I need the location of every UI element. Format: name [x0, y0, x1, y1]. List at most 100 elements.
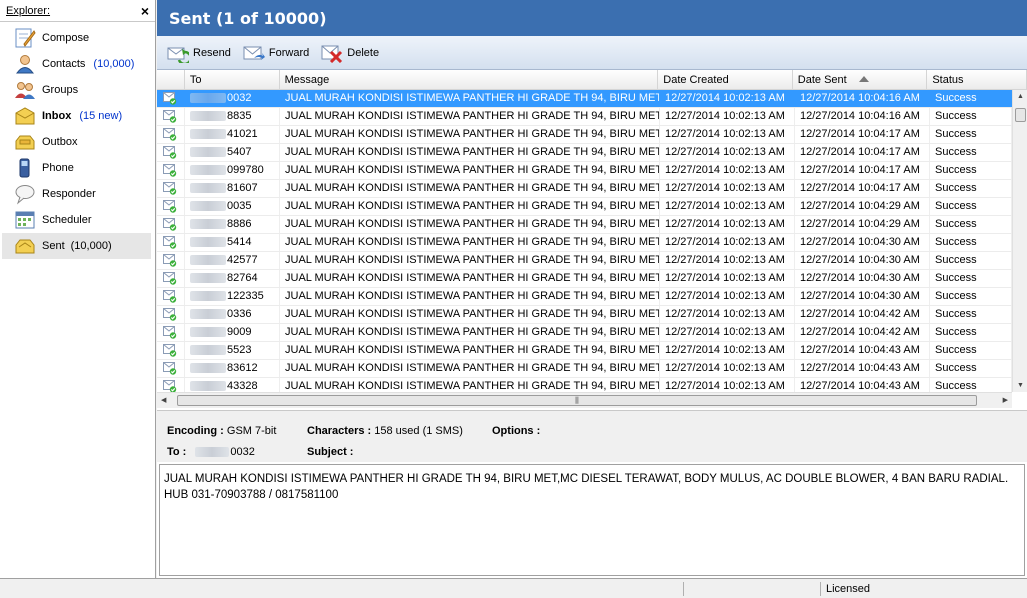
sidebar-item-compose[interactable]: Compose [2, 25, 151, 51]
cell-date-created: 12/27/2014 10:02:13 AM [660, 270, 795, 287]
table-row[interactable]: 0035 JUAL MURAH KONDISI ISTIMEWA PANTHER … [157, 198, 1012, 216]
cell-status: Success [930, 288, 1012, 305]
cell-date-created: 12/27/2014 10:02:13 AM [660, 180, 795, 197]
scroll-left-icon[interactable]: ◀ [161, 396, 166, 404]
table-row[interactable]: 81607 JUAL MURAH KONDISI ISTIMEWA PANTHER… [157, 180, 1012, 198]
cell-date-sent: 12/27/2014 10:04:43 AM [795, 360, 930, 377]
message-details: Encoding : GSM 7-bit Characters : 158 us… [157, 410, 1027, 462]
recipient-number: 81607 [227, 182, 258, 194]
table-row[interactable]: 8886 JUAL MURAH KONDISI ISTIMEWA PANTHER … [157, 216, 1012, 234]
table-row[interactable]: 82764 JUAL MURAH KONDISI ISTIMEWA PANTHER… [157, 270, 1012, 288]
cell-message: JUAL MURAH KONDISI ISTIMEWA PANTHER HI G… [280, 252, 660, 269]
cell-date-sent: 12/27/2014 10:04:17 AM [795, 162, 930, 179]
group-people-icon [14, 79, 36, 101]
grid-body: 0032 JUAL MURAH KONDISI ISTIMEWA PANTHER … [157, 90, 1012, 392]
horizontal-scrollbar[interactable]: ◀ ⫼ ▶ [157, 392, 1012, 408]
table-row[interactable]: 83612 JUAL MURAH KONDISI ISTIMEWA PANTHER… [157, 360, 1012, 378]
status-separator [820, 582, 821, 596]
subject-field: Subject : [307, 446, 353, 458]
resend-button[interactable]: Resend [167, 43, 231, 65]
recipient-number: 0035 [227, 200, 252, 212]
redacted-number [190, 309, 226, 320]
cell-to: 41021 [185, 126, 280, 143]
sidebar-item-scheduler[interactable]: Scheduler [2, 207, 151, 233]
table-row[interactable]: 122335 JUAL MURAH KONDISI ISTIMEWA PANTHE… [157, 288, 1012, 306]
table-row[interactable]: 5523 JUAL MURAH KONDISI ISTIMEWA PANTHER … [157, 342, 1012, 360]
characters-field: Characters : 158 used (1 SMS) [307, 425, 463, 437]
table-row[interactable]: 41021 JUAL MURAH KONDISI ISTIMEWA PANTHER… [157, 126, 1012, 144]
cell-date-created: 12/27/2014 10:02:13 AM [660, 144, 795, 161]
cell-status: Success [930, 252, 1012, 269]
cell-status: Success [930, 180, 1012, 197]
sidebar-item-phone[interactable]: Phone [2, 155, 151, 181]
sidebar-item-contacts[interactable]: Contacts (10,000) [2, 51, 151, 77]
cell-status: Success [930, 144, 1012, 161]
cell-status: Success [930, 162, 1012, 179]
compose-icon [14, 27, 36, 49]
cell-message: JUAL MURAH KONDISI ISTIMEWA PANTHER HI G… [280, 180, 660, 197]
redacted-number [190, 345, 226, 356]
column-header-date-created[interactable]: Date Created [658, 70, 793, 90]
table-row[interactable]: 43328 JUAL MURAH KONDISI ISTIMEWA PANTHER… [157, 378, 1012, 392]
delete-button[interactable]: Delete [321, 43, 379, 63]
redacted-number [190, 291, 226, 302]
table-row[interactable]: 5414 JUAL MURAH KONDISI ISTIMEWA PANTHER … [157, 234, 1012, 252]
cell-message: JUAL MURAH KONDISI ISTIMEWA PANTHER HI G… [280, 306, 660, 323]
forward-button[interactable]: Forward [243, 43, 309, 63]
sidebar-item-inbox[interactable]: Inbox (15 new) [2, 103, 151, 129]
column-header-icon[interactable] [157, 70, 185, 90]
scroll-up-icon[interactable]: ▲ [1017, 93, 1024, 100]
sidebar-item-label: Scheduler [42, 214, 92, 226]
phone-icon [14, 157, 36, 179]
cell-date-created: 12/27/2014 10:02:13 AM [660, 342, 795, 359]
vertical-scrollbar[interactable]: ▲ ▼ [1012, 90, 1027, 392]
explorer-panel: Explorer: × Compose Contacts (10,000) Gr… [0, 0, 156, 578]
cell-status: Success [930, 324, 1012, 341]
scroll-down-icon[interactable]: ▼ [1017, 382, 1024, 389]
options-label: Options : [492, 425, 541, 437]
message-sent-icon [157, 324, 185, 341]
sidebar-item-outbox[interactable]: Outbox [2, 129, 151, 155]
table-row[interactable]: 9009 JUAL MURAH KONDISI ISTIMEWA PANTHER … [157, 324, 1012, 342]
explorer-title: Explorer: [6, 4, 51, 17]
recipient-number: 0336 [227, 308, 252, 320]
horizontal-scroll-thumb[interactable]: ⫼ [177, 395, 977, 406]
message-sent-icon [157, 126, 185, 143]
sidebar-item-responder[interactable]: Responder [2, 181, 151, 207]
status-separator [683, 582, 684, 596]
cell-to: 43328 [185, 378, 280, 392]
column-header-status[interactable]: Status [927, 70, 1027, 90]
cell-date-sent: 12/27/2014 10:04:30 AM [795, 270, 930, 287]
redacted-number [190, 165, 226, 176]
redacted-number [195, 447, 230, 458]
message-sent-icon [157, 252, 185, 269]
scroll-right-icon[interactable]: ▶ [1003, 396, 1008, 404]
table-row[interactable]: 8835 JUAL MURAH KONDISI ISTIMEWA PANTHER … [157, 108, 1012, 126]
cell-date-sent: 12/27/2014 10:04:29 AM [795, 216, 930, 233]
sidebar-item-sent[interactable]: Sent (10,000) [2, 233, 151, 259]
recipient-number: 5407 [227, 146, 252, 158]
forward-label: Forward [268, 46, 310, 59]
column-header-to[interactable]: To [185, 70, 280, 90]
column-header-date-sent[interactable]: Date Sent [793, 70, 928, 90]
sort-ascending-icon [858, 76, 869, 82]
cell-date-created: 12/27/2014 10:02:13 AM [660, 360, 795, 377]
table-row[interactable]: 0336 JUAL MURAH KONDISI ISTIMEWA PANTHER … [157, 306, 1012, 324]
table-row[interactable]: 0032 JUAL MURAH KONDISI ISTIMEWA PANTHER … [157, 90, 1012, 108]
recipient-number: 83612 [227, 362, 258, 374]
table-row[interactable]: 42577 JUAL MURAH KONDISI ISTIMEWA PANTHER… [157, 252, 1012, 270]
sidebar-item-groups[interactable]: Groups [2, 77, 151, 103]
close-icon[interactable]: × [141, 4, 149, 18]
redacted-number [190, 237, 226, 248]
resend-label: Resend [193, 46, 231, 59]
sent-folder-icon [14, 235, 36, 257]
vertical-scroll-thumb[interactable] [1015, 108, 1026, 122]
table-row[interactable]: 099780 JUAL MURAH KONDISI ISTIMEWA PANTHE… [157, 162, 1012, 180]
table-row[interactable]: 5407 JUAL MURAH KONDISI ISTIMEWA PANTHER … [157, 144, 1012, 162]
cell-date-created: 12/27/2014 10:02:13 AM [660, 162, 795, 179]
column-header-message[interactable]: Message [280, 70, 659, 90]
message-sent-icon [157, 288, 185, 305]
message-sent-icon [157, 162, 185, 179]
message-body[interactable]: JUAL MURAH KONDISI ISTIMEWA PANTHER HI G… [159, 464, 1025, 576]
recipient-number: 0032 [227, 92, 252, 104]
